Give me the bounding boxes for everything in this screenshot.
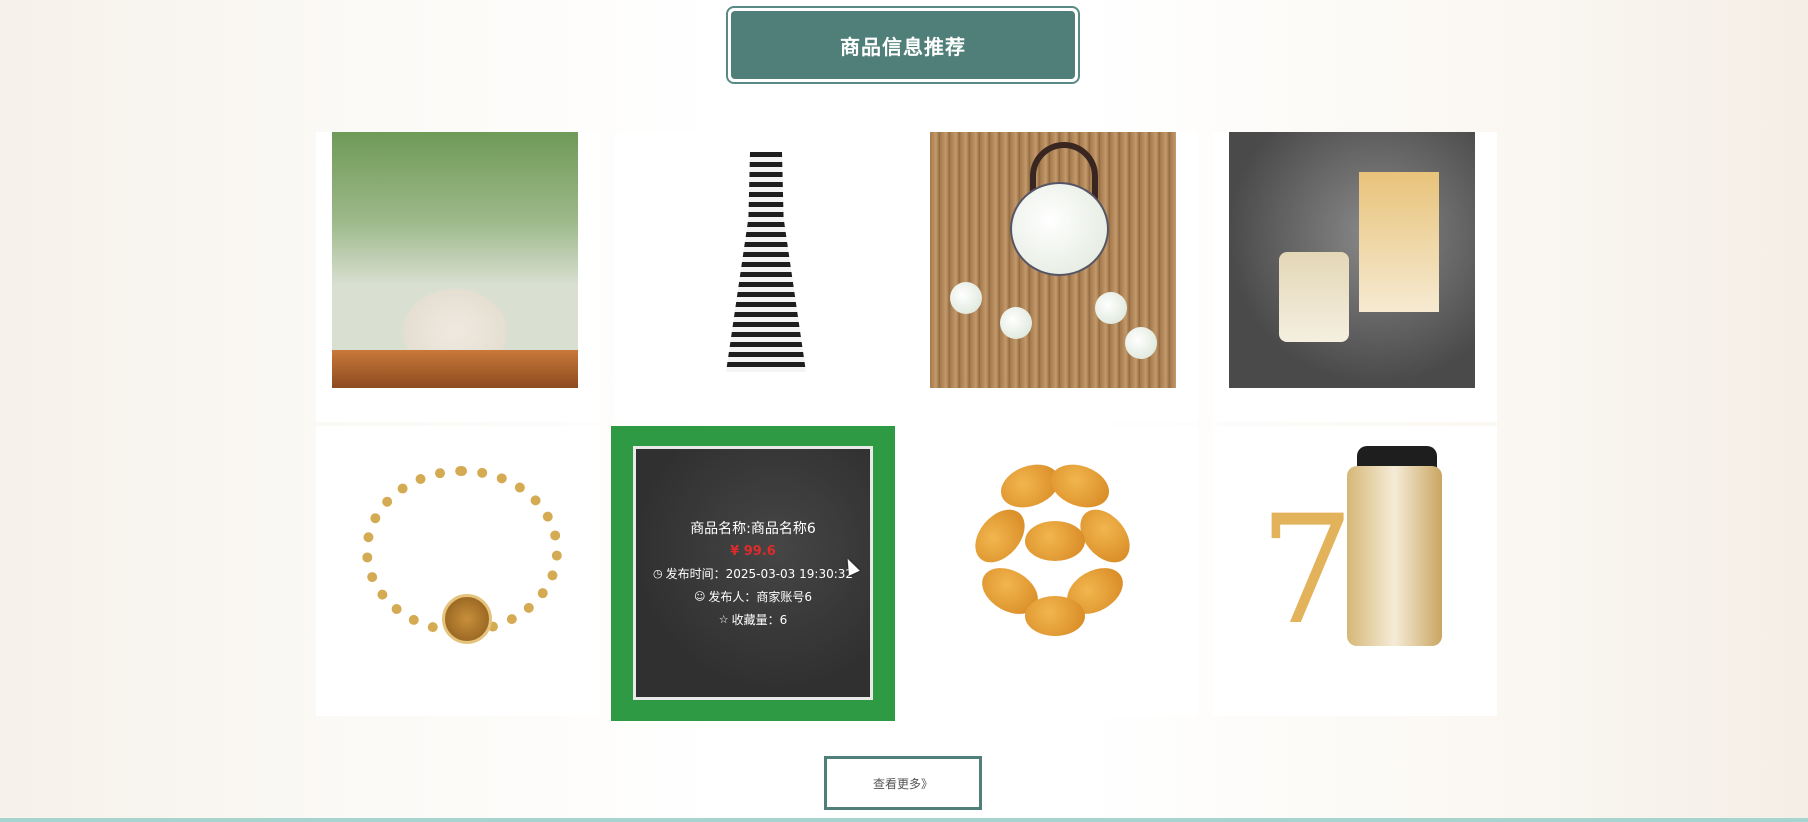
publish-time-row: ◷ 发布时间：2025-03-03 19:30:32 xyxy=(653,565,853,582)
product-card-2[interactable] xyxy=(615,132,899,422)
product-card-1[interactable] xyxy=(316,132,600,422)
favorites-count: 收藏量：6 xyxy=(731,613,788,627)
product-image-flour[interactable] xyxy=(332,132,578,388)
product-card-5[interactable] xyxy=(316,426,600,716)
section-title-text: 商品信息推荐 xyxy=(731,11,1075,79)
product-price: ¥ 99.6 xyxy=(730,544,776,559)
favorites-row: ☆ 收藏量：6 xyxy=(719,611,788,628)
product-card-3[interactable] xyxy=(914,132,1198,422)
section-title: 商品信息推荐 xyxy=(726,6,1080,84)
clock-icon: ◷ xyxy=(652,567,663,580)
product-image-honey-hovered[interactable]: 商品名称:商品名称6 ¥ 99.6 ◷ 发布时间：2025-03-03 19:3… xyxy=(633,446,873,700)
product-card-7[interactable] xyxy=(914,426,1198,716)
user-icon: ☺ xyxy=(693,590,706,603)
product-image-honey[interactable] xyxy=(1229,132,1475,388)
bottom-divider xyxy=(0,818,1808,822)
product-image-olay-cream[interactable]: 7 xyxy=(1229,426,1475,682)
view-more-button[interactable]: 查看更多》 xyxy=(824,756,982,810)
product-card-8[interactable]: 7 xyxy=(1213,426,1497,716)
product-name: 商品名称:商品名称6 xyxy=(690,521,816,537)
star-icon: ☆ xyxy=(718,613,729,626)
publisher: 发布人：商家账号6 xyxy=(708,590,813,604)
product-image-fried-food[interactable] xyxy=(930,426,1176,682)
publisher-row: ☺ 发布人：商家账号6 xyxy=(694,588,812,605)
product-card-4[interactable] xyxy=(1213,132,1497,422)
product-hover-overlay[interactable]: 商品名称:商品名称6 ¥ 99.6 ◷ 发布时间：2025-03-03 19:3… xyxy=(636,449,870,697)
product-image-dress[interactable] xyxy=(631,132,877,388)
product-image-tea-set[interactable] xyxy=(930,132,1176,388)
publish-time: 发布时间：2025-03-03 19:30:32 xyxy=(665,567,854,581)
product-image-bracelet[interactable] xyxy=(332,426,578,682)
